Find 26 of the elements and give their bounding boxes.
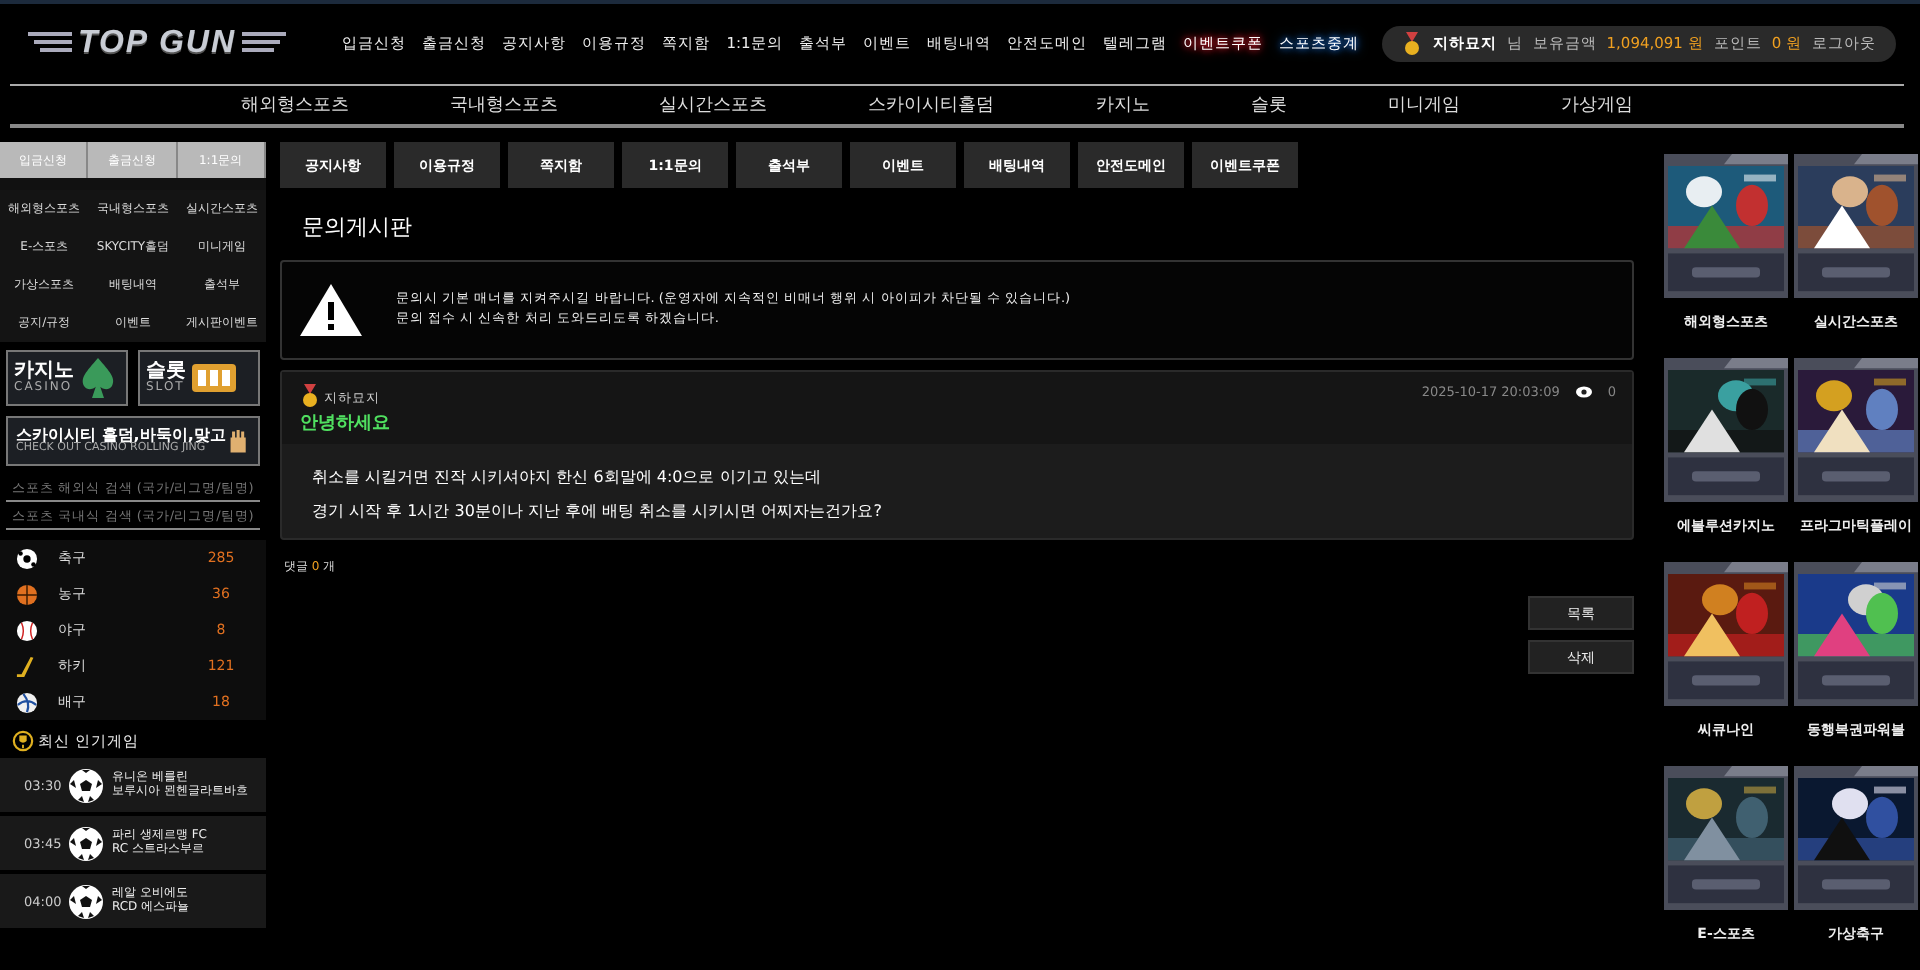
eye-icon [1575, 386, 1592, 398]
sport-icon [16, 547, 38, 569]
post-title: 안녕하세요 [300, 412, 390, 436]
main-nav-item[interactable]: 실시간스포츠 [659, 92, 768, 118]
soccer-ball-icon [68, 825, 104, 861]
post-body-text: 취소를 시킬거면 진작 시키셔야지 한신 6회말에 4:0으로 이기고 있는데 [312, 466, 823, 488]
main-nav-item[interactable]: 국내형스포츠 [449, 92, 558, 118]
main-nav-item[interactable]: 스카이시티홀덤 [868, 92, 995, 118]
soccer-ball-icon [68, 883, 104, 919]
main-nav-item[interactable]: 해외형스포츠 [240, 92, 349, 118]
main-nav-item[interactable]: 미니게임 [1388, 92, 1461, 118]
main-nav-item[interactable]: 카지노 [1095, 92, 1150, 118]
post-body-text: 경기 시작 후 1시간 30분이나 지난 후에 배팅 취소를 시키시면 어찌자는건가요? [312, 500, 884, 522]
warning-icon [300, 284, 362, 336]
logo[interactable]: TOP GUN [28, 26, 300, 62]
sport-icon [16, 691, 38, 713]
sport-icon [16, 583, 38, 605]
board-title: 문의게시판 [302, 212, 414, 242]
medal-icon [1402, 32, 1423, 56]
medal-icon [300, 384, 320, 408]
soccer-ball-icon [68, 767, 104, 803]
sport-icon [16, 619, 38, 641]
trophy-icon [12, 730, 34, 752]
main-nav-item[interactable]: 슬롯 [1250, 92, 1287, 118]
sport-icon [16, 655, 38, 677]
main-nav-item[interactable]: 가상게임 [1561, 92, 1634, 118]
